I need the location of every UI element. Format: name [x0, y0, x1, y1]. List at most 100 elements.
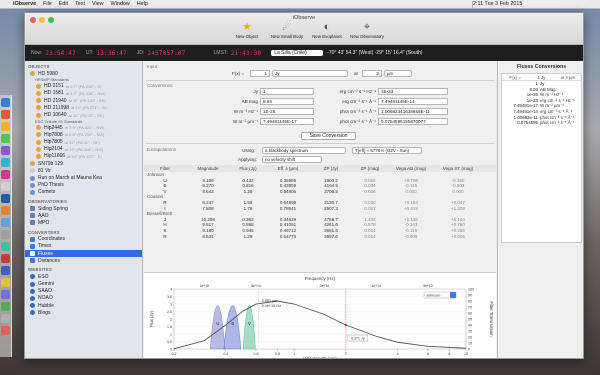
- menu-view[interactable]: View: [92, 1, 104, 7]
- teff-select[interactable]: T(eff) = 5778 K (G2V - Sun): [352, 147, 422, 154]
- new-observatory-button[interactable]: ⌖ New Observatory: [350, 21, 384, 39]
- website-item[interactable]: Blogs: [25, 309, 142, 316]
- table-header-cell[interactable]: Vega AB (mag): [388, 165, 434, 172]
- table-header-cell[interactable]: Flux (Jy): [230, 165, 266, 172]
- dock-app-icon[interactable]: [1, 218, 10, 227]
- dock-app-icon[interactable]: [1, 182, 10, 191]
- menubar-clock[interactable]: 2:11 Tue 3 Feb 2015: [472, 1, 560, 8]
- app-menu[interactable]: iObserve: [13, 1, 36, 7]
- conversion-value-left[interactable]: 1E-26: [260, 108, 314, 115]
- website-item[interactable]: Gemini: [25, 281, 142, 288]
- dock-app-icon[interactable]: [1, 230, 10, 239]
- wavelength-value-field[interactable]: 2: [362, 70, 382, 77]
- flux-value-field[interactable]: 1: [250, 70, 270, 77]
- converter-item[interactable]: Fluxes: [25, 249, 142, 258]
- table-header-cell[interactable]: Vega ST (mag): [434, 165, 482, 172]
- dock-app-icon[interactable]: [1, 170, 10, 179]
- table-row[interactable]: V 8.643 1.29 0.54906 3706.5 0.026 0.000 0.000: [144, 189, 496, 195]
- conversion-value-right[interactable]: 0.0754595155870077: [378, 118, 448, 125]
- converter-item[interactable]: Coordinates: [25, 236, 142, 243]
- new-exoplanet-button[interactable]: ◐ New Exoplanet: [310, 21, 344, 39]
- new-small-body-button[interactable]: ☄ New Small Body: [270, 21, 304, 39]
- website-item[interactable]: Hubble: [25, 302, 142, 309]
- velocity-shift-select[interactable]: no velocity shift: [262, 156, 322, 163]
- table-row[interactable]: R 8.631 1.29 0.54773 3657.6 0.014 -0.006 +0.005: [144, 234, 496, 240]
- conversion-value-right[interactable]: 1.00682341638655E-11: [378, 108, 448, 115]
- observatory-item[interactable]: AAO: [25, 212, 142, 219]
- table-header-cell[interactable]: Magnitude: [186, 165, 230, 172]
- website-item[interactable]: ESO: [25, 273, 142, 280]
- observatory-item[interactable]: MPO: [25, 219, 142, 226]
- table-header-cell[interactable]: Eff. λ (µm): [266, 165, 310, 172]
- object-item[interactable]: 81 Vir: [25, 167, 142, 174]
- object-item[interactable]: Hip7808 at 6.9° (PA 250° - SW): [25, 131, 142, 138]
- observatory-item[interactable]: Siding Spring: [25, 205, 142, 212]
- object-item[interactable]: Hip11666 at 14° (PA 120° - E): [25, 153, 142, 160]
- filter-system-dropdown-arrow[interactable]: [450, 292, 456, 298]
- object-item[interactable]: HD 21940 at 11° (PA 120° - SE): [25, 97, 142, 104]
- menu-file[interactable]: File: [43, 1, 52, 7]
- object-item[interactable]: HD 10640 at 12° (PA 22° - NE): [25, 111, 142, 118]
- table-header-cell[interactable]: Filter: [144, 165, 186, 172]
- website-item[interactable]: NOAO: [25, 295, 142, 302]
- wavelength-unit-select[interactable]: µm: [384, 70, 412, 77]
- object-item[interactable]: HD 211998 at 12° (PA 271° - W): [25, 104, 142, 111]
- dock-app-icon[interactable]: [1, 158, 10, 167]
- object-item[interactable]: Comets: [25, 189, 142, 196]
- y2-tick-label: 30: [468, 329, 472, 333]
- dock-app-icon[interactable]: [1, 254, 10, 263]
- dock-app-icon[interactable]: [1, 278, 10, 287]
- object-name: Hip2445: [44, 124, 63, 131]
- dock-app-icon[interactable]: [1, 302, 10, 311]
- conversions-panel: Fluxes Conversions F(x) = 1 Jy at 2 µm 1…: [497, 61, 583, 358]
- dock-app-icon[interactable]: [1, 290, 10, 299]
- object-item[interactable]: SN79b 129: [25, 160, 142, 167]
- conversion-value-right[interactable]: 1E-33: [378, 88, 448, 95]
- save-conversion-button[interactable]: Save Conversion: [301, 132, 356, 140]
- dock-app-icon[interactable]: [1, 134, 10, 143]
- object-item[interactable]: HD 5980: [25, 70, 142, 77]
- conversion-value-left[interactable]: 1: [260, 88, 314, 95]
- object-item[interactable]: Hip2104 at 13° (PA 318° - NW): [25, 146, 142, 153]
- menu-text[interactable]: Text: [75, 1, 85, 7]
- dock-app-icon[interactable]: [1, 146, 10, 155]
- converter-item[interactable]: Distances: [25, 257, 142, 264]
- table-header-cell[interactable]: ZP (mag): [352, 165, 388, 172]
- object-item[interactable]: PhD Thesis: [25, 182, 142, 189]
- object-item[interactable]: Run on March at Mauna Kea: [25, 174, 142, 181]
- flux-unit-select[interactable]: Jy: [272, 70, 348, 77]
- conversion-value-left[interactable]: 7.49481145E-17: [260, 118, 314, 125]
- converter-item[interactable]: Times: [25, 243, 142, 250]
- conversion-value-right[interactable]: 7.49481145E-14: [378, 98, 448, 105]
- dock-app-icon[interactable]: [1, 206, 10, 215]
- dock-app-icon[interactable]: [1, 314, 10, 323]
- new-object-button[interactable]: ★ New Object: [230, 21, 264, 39]
- object-item[interactable]: Hip7805 at 12° (PA 41° - NE): [25, 139, 142, 146]
- menu-edit[interactable]: Edit: [59, 1, 68, 7]
- menu-help[interactable]: Help: [137, 1, 148, 7]
- y2-tick-label: 60: [468, 311, 472, 315]
- conversion-value-left[interactable]: 8.93: [260, 98, 314, 105]
- dock-app-icon[interactable]: [1, 326, 10, 335]
- object-item[interactable]: HD 1581 at 3.7° (PA 328° - NW): [25, 90, 142, 97]
- planet-icon: ◐: [323, 21, 331, 33]
- table-cell: 0.014: [364, 233, 376, 239]
- flux-point-marker[interactable]: [344, 323, 348, 327]
- dock-app-icon[interactable]: [1, 110, 10, 119]
- observatory-select[interactable]: La Silla (Chile): [271, 50, 324, 56]
- dock-app-icon[interactable]: [1, 194, 10, 203]
- spectrum-select[interactable]: a blackbody spectrum: [262, 147, 346, 154]
- object-item[interactable]: Hip2445 at 3.9° (PA 320° - NW): [25, 124, 142, 131]
- spectrum-plot[interactable]: 00.511.522.533.5401020304050607080901000…: [144, 273, 496, 358]
- dock-app-icon[interactable]: [1, 266, 10, 275]
- dock-app-icon[interactable]: [1, 98, 10, 107]
- table-header-cell[interactable]: ZP (Jy): [310, 165, 352, 172]
- website-item[interactable]: SAAO: [25, 288, 142, 295]
- menu-window[interactable]: Window: [111, 1, 130, 7]
- table-row[interactable]: I 7.808 1.79 0.78641 2507.3 0.017 +0.419 +1.209: [144, 206, 496, 212]
- dock-app-icon[interactable]: [1, 242, 10, 251]
- conversion-history-row[interactable]: 0.0754595 phot cm⁻² s⁻¹ Å⁻¹: [502, 120, 581, 126]
- conversions-list[interactable]: F(x) = 1 Jy at 2 µm 1 Jy 8.93 AB Mag 1e-26 W …: [501, 73, 582, 243]
- object-item[interactable]: HD 2151 at 0.7° (PA 208° - S): [25, 83, 142, 90]
- dock-app-icon[interactable]: [1, 122, 10, 131]
